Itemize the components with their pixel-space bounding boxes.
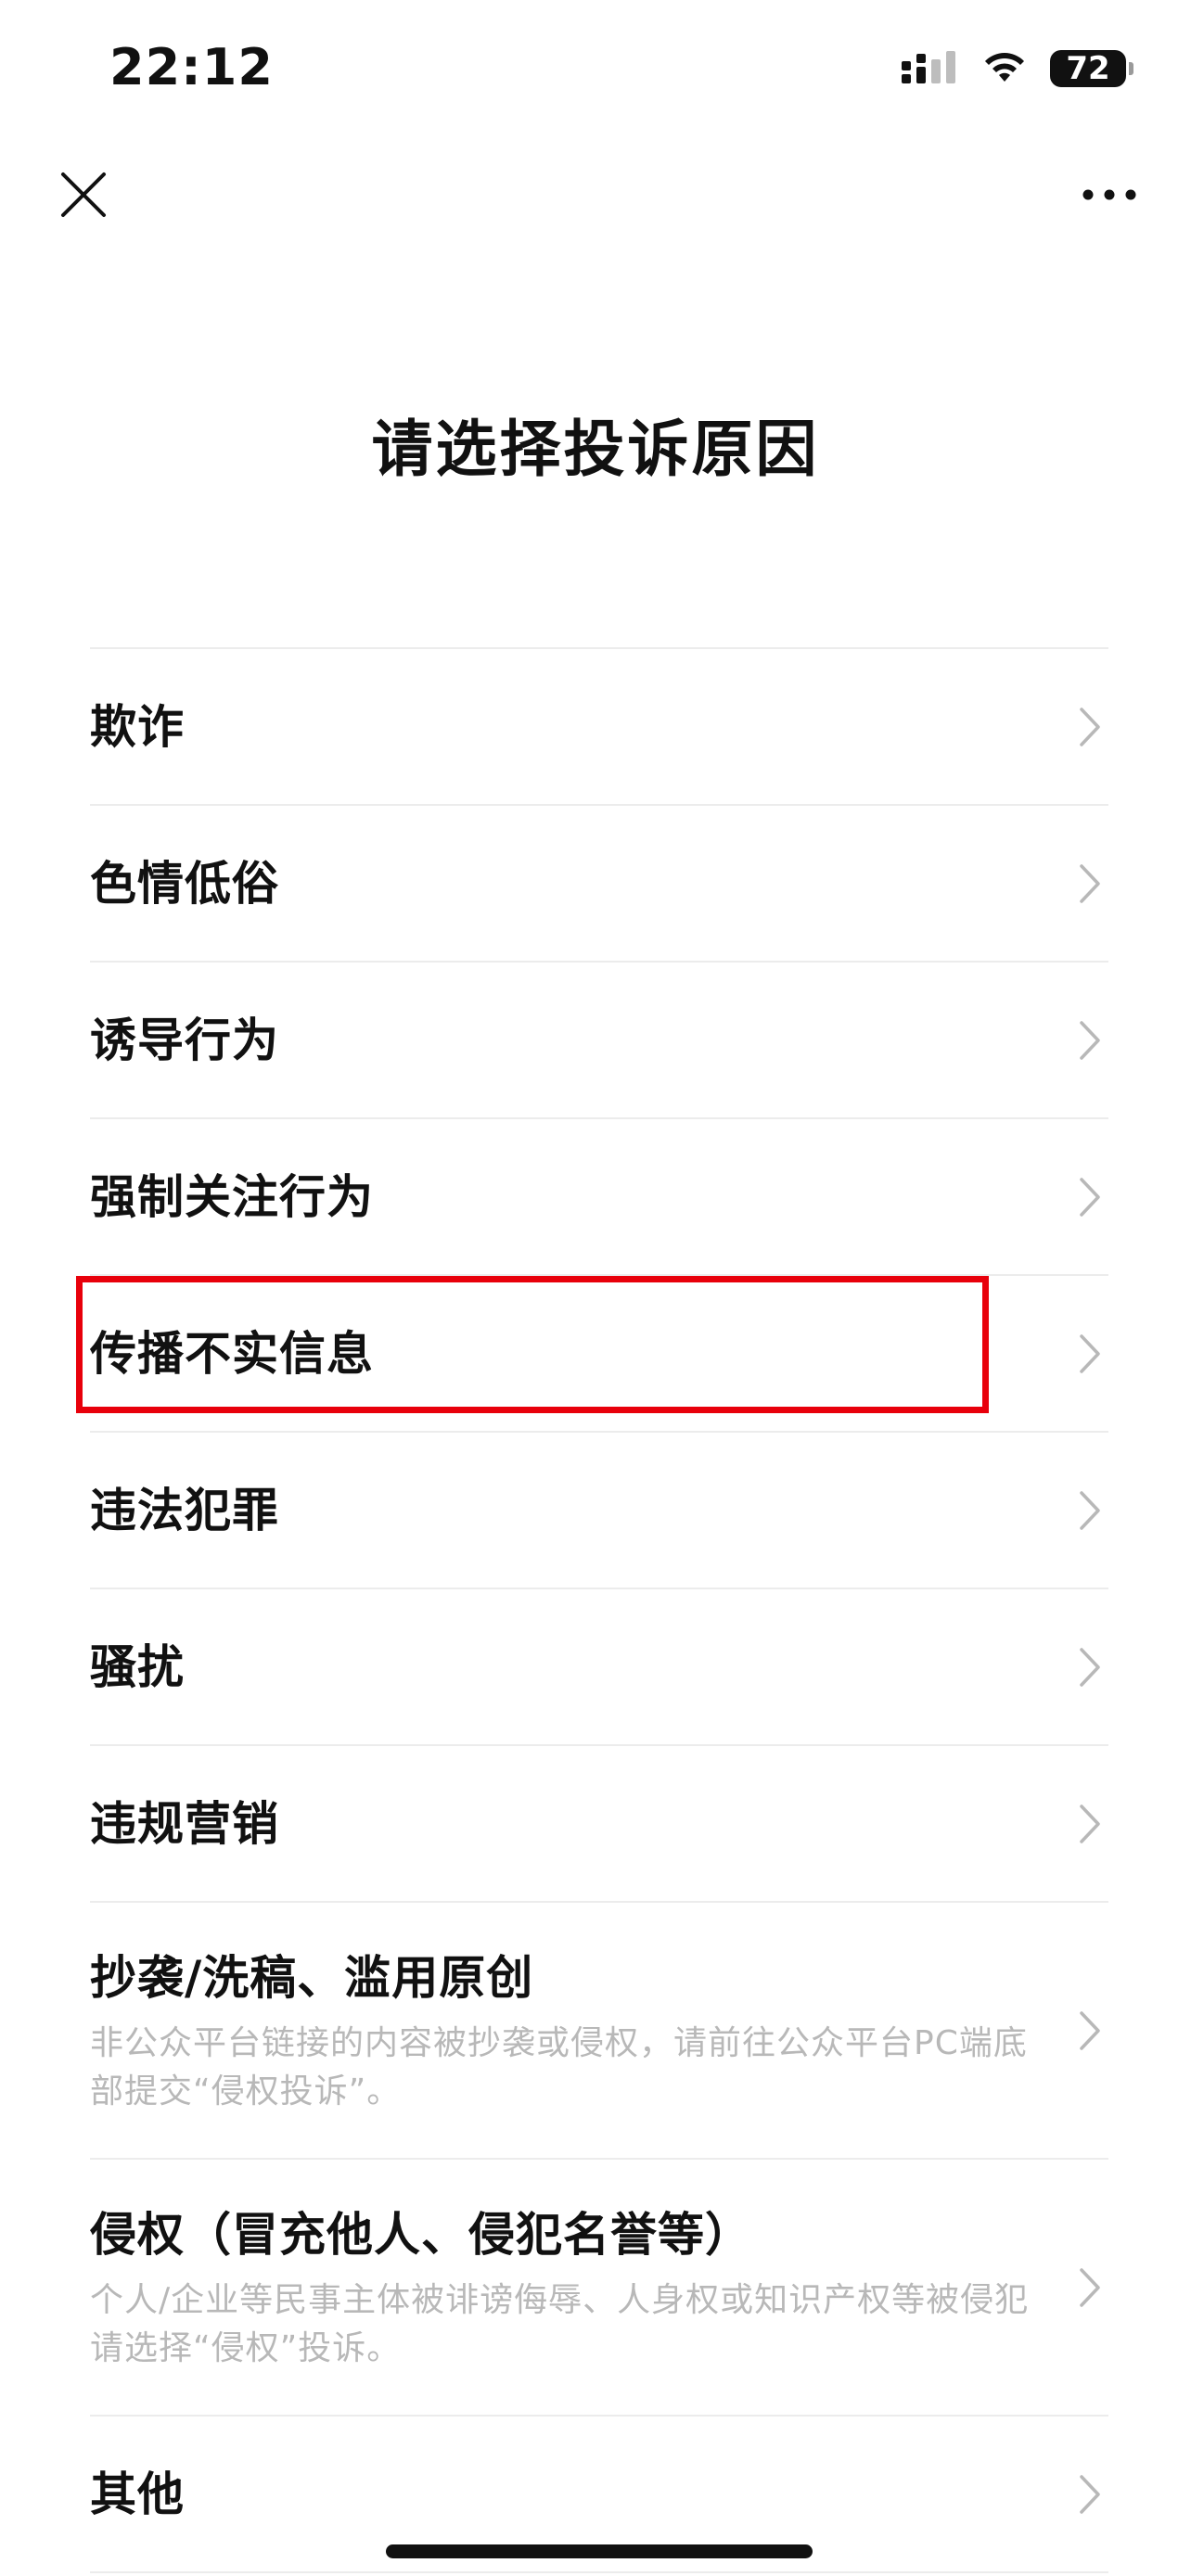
reason-item-plagiarism[interactable]: 抄袭/洗稿、滥用原创 非公众平台链接的内容被抄袭或侵权，请前往公众平台PC端底部… [90, 1903, 1108, 2160]
status-bar: 22:12 72 [0, 0, 1191, 139]
reason-label: 强制关注行为 [90, 1169, 374, 1224]
chevron-right-icon [1071, 1326, 1108, 1382]
reason-description: 个人/企业等民事主体被诽谤侮辱、人身权或知识产权等被侵犯请选择“侵权”投诉。 [90, 2280, 1030, 2367]
reason-description: 非公众平台链接的内容被抄袭或侵权，请前往公众平台PC端底部提交“侵权投诉”。 [90, 2023, 1028, 2111]
chevron-right-icon [1071, 1796, 1108, 1852]
chevron-right-icon [1071, 2260, 1108, 2315]
reason-label: 诱导行为 [90, 1013, 279, 1067]
chevron-right-icon [1071, 856, 1108, 912]
reason-item-misinformation[interactable]: 传播不实信息 [90, 1276, 1108, 1433]
reason-item-illegal-marketing[interactable]: 违规营销 [90, 1746, 1108, 1903]
reason-item-infringement[interactable]: 侵权（冒充他人、侵犯名誉等） 个人/企业等民事主体被诽谤侮辱、人身权或知识产权等… [90, 2160, 1108, 2417]
reason-label: 违规营销 [90, 1796, 279, 1851]
reason-label: 传播不实信息 [90, 1326, 374, 1381]
status-time: 22:12 [109, 38, 274, 96]
reason-item-fraud[interactable]: 欺诈 [90, 649, 1108, 806]
status-icons: 72 [900, 41, 1133, 96]
chevron-right-icon [1071, 2467, 1108, 2522]
page-title: 请选择投诉原因 [371, 414, 820, 485]
reason-list: 欺诈 色情低俗 诱导行为 强制关注行为 传播不实信息 违法犯罪 骚扰 违规营销 … [90, 647, 1108, 2573]
reason-item-pornography[interactable]: 色情低俗 [90, 806, 1108, 963]
more-button[interactable] [1072, 158, 1146, 232]
reason-label: 违法犯罪 [90, 1483, 279, 1537]
chevron-right-icon [1071, 1639, 1108, 1695]
more-icon [1082, 189, 1136, 200]
reason-label: 其他 [90, 2467, 185, 2521]
chevron-right-icon [1071, 1483, 1108, 1538]
close-button[interactable] [46, 158, 121, 232]
battery-icon: 72 [1050, 50, 1133, 87]
chevron-right-icon [1071, 1169, 1108, 1225]
reason-label: 色情低俗 [90, 856, 279, 911]
nav-bar [0, 139, 1191, 250]
wifi-icon [980, 48, 1030, 89]
reason-label: 骚扰 [90, 1639, 185, 1694]
reason-label: 欺诈 [90, 699, 185, 754]
chevron-right-icon [1071, 699, 1108, 755]
signal-icon [900, 48, 959, 89]
reason-item-harassment[interactable]: 骚扰 [90, 1589, 1108, 1746]
reason-item-illegal[interactable]: 违法犯罪 [90, 1433, 1108, 1589]
chevron-right-icon [1071, 1013, 1108, 1068]
home-indicator[interactable] [386, 2544, 813, 2558]
reason-item-inducement[interactable]: 诱导行为 [90, 963, 1108, 1119]
reason-label: 侵权（冒充他人、侵犯名誉等） [90, 2207, 752, 2262]
reason-label: 抄袭/洗稿、滥用原创 [90, 1950, 534, 2005]
close-icon [61, 172, 106, 217]
chevron-right-icon [1071, 2003, 1108, 2059]
reason-item-forced-follow[interactable]: 强制关注行为 [90, 1119, 1108, 1276]
